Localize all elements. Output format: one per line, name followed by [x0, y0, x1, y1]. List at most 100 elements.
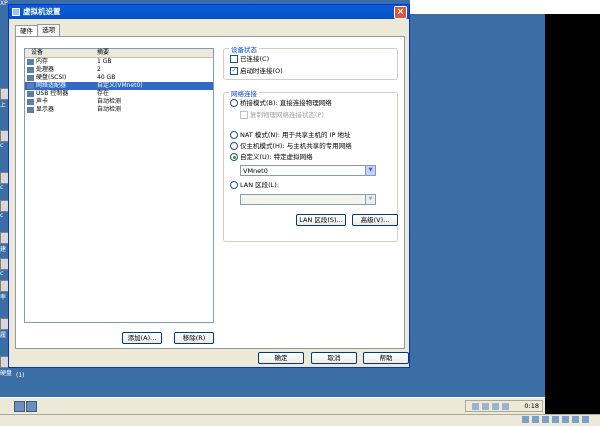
- device-name: 内存: [36, 58, 49, 65]
- nat-label: NAT 模式(N): 用于共享主机的 IP 地址: [240, 131, 351, 139]
- disk-icon: [27, 75, 34, 81]
- remove-button[interactable]: 移除(R): [174, 332, 214, 344]
- title-bar[interactable]: 虚拟机设置 ×: [9, 5, 409, 19]
- status-icon[interactable]: [552, 416, 559, 423]
- connected-label: 已连接(C): [240, 55, 270, 63]
- system-tray: 0:18: [465, 400, 543, 412]
- desktop-bottom-label: (1): [16, 372, 25, 379]
- chevron-down-icon[interactable]: ▼: [365, 195, 375, 204]
- device-name: USB 控制器: [36, 90, 69, 97]
- device-summary: 自动检测: [97, 106, 122, 113]
- device-name: 网络适配器: [36, 82, 67, 89]
- status-icon[interactable]: [522, 416, 529, 423]
- usb-icon: [27, 91, 34, 97]
- tab-strip: 硬件 选项: [15, 24, 61, 38]
- network-connection-title: 网络连接: [229, 88, 259, 98]
- tray-icon[interactable]: [482, 403, 489, 410]
- tab-options[interactable]: 选项: [37, 24, 61, 36]
- radio-icon: [230, 131, 238, 139]
- device-row[interactable]: 处理器 2: [25, 66, 213, 74]
- device-summary: 40 GB: [97, 74, 116, 81]
- device-summary: 2: [97, 66, 101, 73]
- connected-checkbox[interactable]: 已连接(C): [230, 55, 269, 63]
- processor-icon: [27, 67, 34, 73]
- app-icon: [12, 8, 20, 16]
- add-button[interactable]: 添加(A)...: [122, 332, 162, 344]
- device-summary: 自定义(VMnet0): [97, 82, 143, 89]
- ok-button[interactable]: 确定: [258, 352, 304, 364]
- tray-icon[interactable]: [472, 403, 479, 410]
- status-icon[interactable]: [532, 416, 539, 423]
- device-name: 显示器: [36, 106, 55, 113]
- sound-icon: [27, 99, 34, 105]
- chevron-down-icon[interactable]: ▼: [365, 166, 375, 175]
- status-icon[interactable]: [582, 416, 589, 423]
- bridged-label: 桥接模式(B): 直接连接物理网络: [240, 99, 332, 107]
- column-summary[interactable]: 摘要: [97, 49, 109, 57]
- device-name: 硬盘(SCSI): [36, 74, 67, 81]
- device-row[interactable]: 显示器 自动检测: [25, 106, 213, 114]
- device-status-title: 设备状态: [229, 44, 259, 54]
- bridged-radio[interactable]: 桥接模式(B): 直接连接物理网络: [230, 99, 332, 107]
- desktop-corner-label: XP: [0, 0, 8, 7]
- memory-icon: [27, 59, 34, 65]
- device-row[interactable]: 网络适配器 自定义(VMnet0): [25, 82, 213, 90]
- status-icon[interactable]: [572, 416, 579, 423]
- device-list[interactable]: 设备 摘要 内存 1 GB 处理器 2 硬盘(SCSI) 40 GB 网络适配器 自定义(VM…: [24, 48, 214, 323]
- dialog-title: 虚拟机设置: [23, 7, 61, 16]
- background-window: [410, 14, 545, 397]
- replicate-label: 复制物理网络连接状态(P): [250, 111, 324, 119]
- vm-settings-dialog: 虚拟机设置 × 硬件 选项 设备 摘要 内存 1 GB 处理器 2 硬盘(SCSI) 40…: [8, 4, 410, 368]
- lan-segment-radio[interactable]: LAN 区段(L):: [230, 181, 279, 189]
- display-icon: [27, 107, 34, 113]
- status-icon[interactable]: [562, 416, 569, 423]
- vmnet-select[interactable]: VMnet0 ▼: [240, 165, 376, 176]
- side-strip: [545, 0, 600, 14]
- device-summary: 自动检测: [97, 98, 122, 105]
- device-row[interactable]: 声卡 自动检测: [25, 98, 213, 106]
- close-button[interactable]: ×: [394, 6, 407, 19]
- nat-radio[interactable]: NAT 模式(N): 用于共享主机的 IP 地址: [230, 131, 351, 139]
- device-summary: 存在: [97, 90, 110, 97]
- lan-segment-label: LAN 区段(L):: [240, 181, 280, 189]
- lan-segments-button[interactable]: LAN 区段(S)...: [296, 214, 346, 226]
- checkbox-icon: [230, 55, 238, 63]
- radio-selected-icon: [230, 153, 238, 161]
- device-list-header: 设备 摘要: [25, 49, 213, 58]
- connect-on-power-checkbox[interactable]: ✓ 启动时连接(O): [230, 67, 283, 75]
- device-name: 处理器: [36, 66, 55, 73]
- check-icon: ✓: [230, 67, 238, 75]
- advanced-button[interactable]: 高级(V)...: [352, 214, 398, 226]
- black-panel: [545, 14, 600, 414]
- replicate-checkbox[interactable]: 复制物理网络连接状态(P): [240, 111, 324, 119]
- background-window-header: [410, 0, 545, 14]
- device-row[interactable]: USB 控制器 存在: [25, 90, 213, 98]
- device-name: 声卡: [36, 98, 49, 105]
- help-button[interactable]: 帮助: [363, 352, 409, 364]
- vmnet-value: VMnet0: [243, 167, 268, 175]
- custom-label: 自定义(U): 特定虚拟网络: [240, 153, 313, 161]
- hardware-panel: 设备 摘要 内存 1 GB 处理器 2 硬盘(SCSI) 40 GB 网络适配器 自定义(VM…: [15, 36, 405, 349]
- radio-icon: [230, 99, 238, 107]
- device-status-group: 设备状态 已连接(C) ✓ 启动时连接(O): [223, 44, 398, 80]
- host-only-radio[interactable]: 仅主机模式(H): 与主机共享的专用网络: [230, 142, 352, 150]
- radio-icon: [230, 142, 238, 150]
- column-device[interactable]: 设备: [31, 49, 43, 57]
- host-only-label: 仅主机模式(H): 与主机共享的专用网络: [240, 142, 352, 150]
- connect-on-power-label: 启动时连接(O): [240, 67, 283, 75]
- network-icon: [27, 83, 34, 89]
- checkbox-icon: [240, 111, 248, 119]
- quick-launch-icon[interactable]: [26, 401, 37, 412]
- taskbar: 0:18: [0, 397, 545, 415]
- tray-icon[interactable]: [502, 403, 509, 410]
- tray-icon[interactable]: [492, 403, 499, 410]
- quick-launch-icon[interactable]: [14, 401, 25, 412]
- lan-segment-select[interactable]: ▼: [240, 194, 376, 205]
- clock: 0:18: [524, 402, 539, 410]
- status-icon[interactable]: [542, 416, 549, 423]
- custom-radio[interactable]: 自定义(U): 特定虚拟网络: [230, 153, 313, 161]
- device-summary: 1 GB: [97, 58, 112, 65]
- device-row[interactable]: 硬盘(SCSI) 40 GB: [25, 74, 213, 82]
- cancel-button[interactable]: 取消: [311, 352, 357, 364]
- device-row[interactable]: 内存 1 GB: [25, 58, 213, 66]
